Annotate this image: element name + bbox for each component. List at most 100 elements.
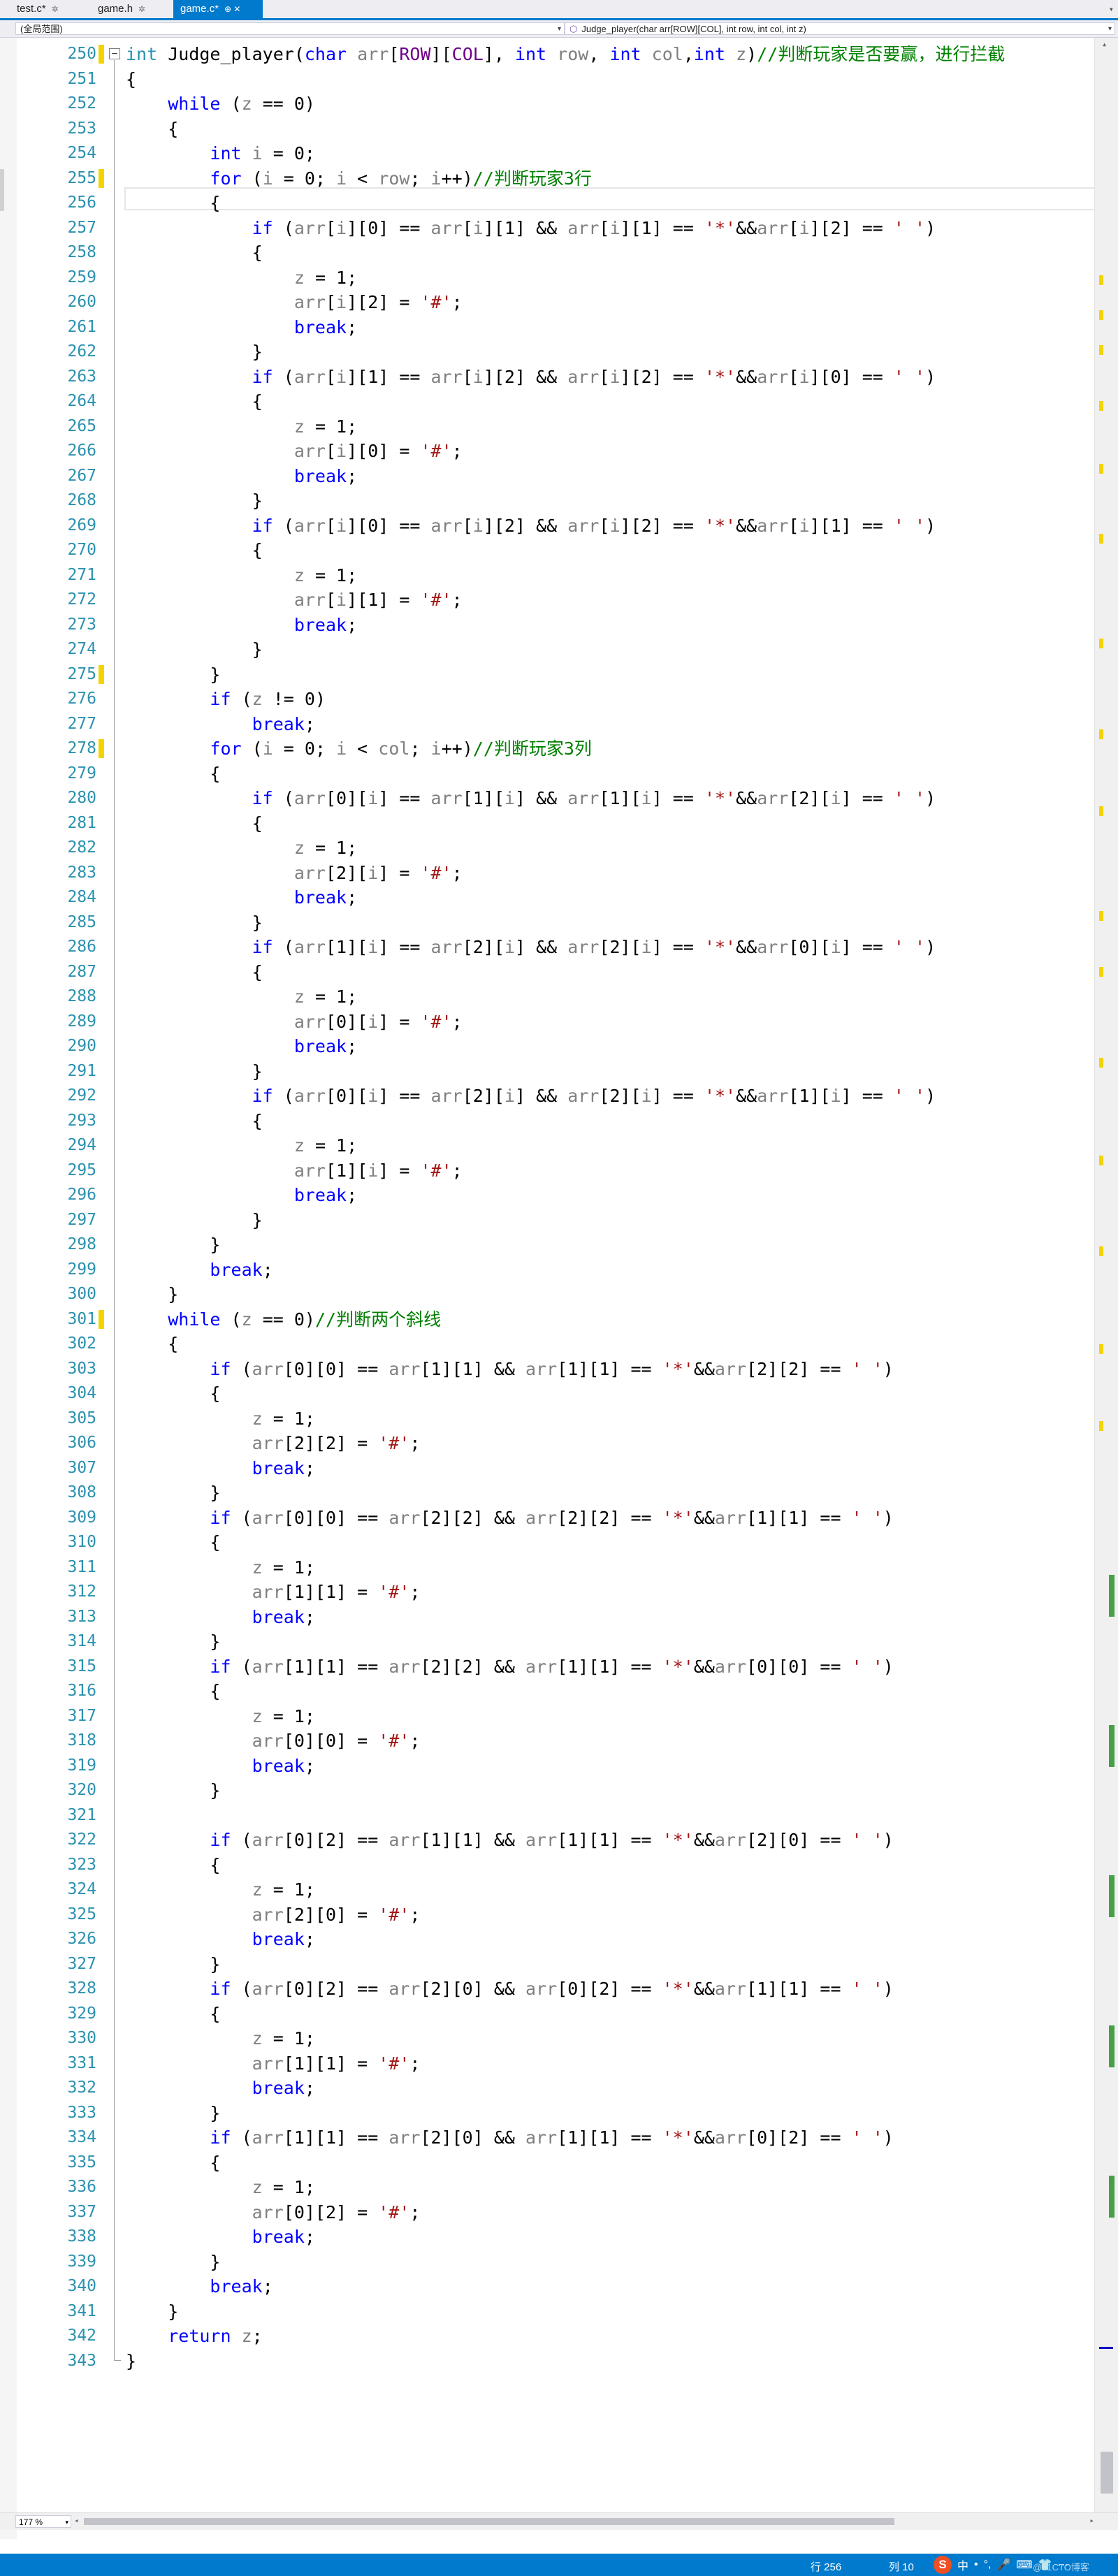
- code-line[interactable]: 317 z = 1;: [0, 1704, 1097, 1729]
- horizontal-scrollbar[interactable]: ◂ ▸: [74, 2516, 1094, 2526]
- code-line[interactable]: 332 break;: [0, 2076, 1097, 2101]
- code-line[interactable]: 337 arr[0][2] = '#';: [0, 2200, 1097, 2225]
- code-line[interactable]: 294 z = 1;: [0, 1133, 1097, 1158]
- code-line[interactable]: 289 arr[0][i] = '#';: [0, 1010, 1097, 1035]
- code-line[interactable]: 267 break;: [0, 464, 1097, 489]
- tab-game-c[interactable]: game.c* ⊕ ✕: [173, 0, 263, 18]
- tab-test-c[interactable]: test.c* ✲: [10, 0, 87, 18]
- code-line[interactable]: 328 if (arr[0][2] == arr[2][0] && arr[0]…: [0, 1977, 1097, 2002]
- code-line[interactable]: 285 }: [0, 910, 1097, 936]
- close-icon[interactable]: ⊕ ✕: [224, 4, 240, 14]
- code-line[interactable]: 281 {: [0, 811, 1097, 836]
- code-line[interactable]: 252 while (z == 0): [0, 92, 1097, 117]
- code-line[interactable]: 276 if (z != 0): [0, 687, 1097, 712]
- code-line[interactable]: 300 }: [0, 1282, 1097, 1307]
- scroll-left-icon[interactable]: ◂: [74, 2516, 79, 2525]
- code-line[interactable]: 290 break;: [0, 1034, 1097, 1059]
- code-line[interactable]: 303 if (arr[0][0] == arr[1][1] && arr[1]…: [0, 1357, 1097, 1382]
- code-line[interactable]: 282 z = 1;: [0, 836, 1097, 861]
- scrollbar-thumb[interactable]: [84, 2518, 894, 2525]
- code-line[interactable]: 313 break;: [0, 1605, 1097, 1630]
- code-line[interactable]: 335 {: [0, 2151, 1097, 2176]
- scope-dropdown[interactable]: (全局范围) ▾: [15, 22, 565, 35]
- code-line[interactable]: 257 if (arr[i][0] == arr[i][1] && arr[i]…: [0, 216, 1097, 241]
- scrollbar-thumb[interactable]: [1101, 2452, 1113, 2494]
- code-line[interactable]: 304 {: [0, 1381, 1097, 1406]
- code-line[interactable]: 280 if (arr[0][i] == arr[1][i] && arr[1]…: [0, 786, 1097, 811]
- code-line[interactable]: 270 {: [0, 538, 1097, 563]
- code-line[interactable]: 305 z = 1;: [0, 1406, 1097, 1432]
- scroll-right-icon[interactable]: ▸: [1089, 2516, 1094, 2525]
- code-line[interactable]: 253 {: [0, 117, 1097, 142]
- code-line[interactable]: 293 {: [0, 1109, 1097, 1134]
- scroll-up-icon[interactable]: ▴: [1102, 39, 1107, 49]
- code-line[interactable]: 263 if (arr[i][1] == arr[i][2] && arr[i]…: [0, 365, 1097, 390]
- code-line[interactable]: 278 for (i = 0; i < col; i++)//判断玩家3列: [0, 736, 1097, 762]
- code-line[interactable]: 322 if (arr[0][2] == arr[1][1] && arr[1]…: [0, 1828, 1097, 1853]
- code-line[interactable]: 279 {: [0, 762, 1097, 787]
- code-line[interactable]: 310 {: [0, 1530, 1097, 1555]
- code-line[interactable]: 309 if (arr[0][0] == arr[2][2] && arr[2]…: [0, 1506, 1097, 1531]
- ime-halfwidth-icon[interactable]: •: [974, 2559, 978, 2571]
- vertical-scrollbar[interactable]: ▴ ▾: [1094, 38, 1118, 2525]
- code-line[interactable]: 343}: [0, 2349, 1097, 2374]
- code-line[interactable]: 333 }: [0, 2101, 1097, 2126]
- code-line[interactable]: 336 z = 1;: [0, 2175, 1097, 2200]
- code-line[interactable]: 319 break;: [0, 1754, 1097, 1779]
- code-line[interactable]: 269 if (arr[i][0] == arr[i][2] && arr[i]…: [0, 514, 1097, 539]
- code-line[interactable]: 288 z = 1;: [0, 984, 1097, 1010]
- code-line[interactable]: 266 arr[i][0] = '#';: [0, 439, 1097, 464]
- code-line[interactable]: 334 if (arr[1][1] == arr[2][0] && arr[1]…: [0, 2125, 1097, 2151]
- status-line-number[interactable]: 行 256: [811, 2559, 841, 2574]
- code-line[interactable]: 326 break;: [0, 1927, 1097, 1952]
- code-line[interactable]: 283 arr[2][i] = '#';: [0, 861, 1097, 886]
- code-line[interactable]: 277 break;: [0, 712, 1097, 737]
- code-line[interactable]: 311 z = 1;: [0, 1555, 1097, 1580]
- code-line[interactable]: 256 {: [0, 191, 1097, 216]
- code-line[interactable]: 297 }: [0, 1208, 1097, 1233]
- code-line[interactable]: 330 z = 1;: [0, 2026, 1097, 2051]
- code-line[interactable]: 306 arr[2][2] = '#';: [0, 1431, 1097, 1456]
- collapse-icon[interactable]: −: [109, 48, 120, 59]
- code-line[interactable]: 292 if (arr[0][i] == arr[2][i] && arr[2]…: [0, 1084, 1097, 1109]
- code-line[interactable]: 331 arr[1][1] = '#';: [0, 2051, 1097, 2076]
- code-line[interactable]: 251 {: [0, 67, 1097, 92]
- code-line[interactable]: 320 }: [0, 1778, 1097, 1803]
- code-line[interactable]: 259 z = 1;: [0, 265, 1097, 291]
- code-line[interactable]: 295 arr[1][i] = '#';: [0, 1158, 1097, 1184]
- microphone-icon[interactable]: 🎤: [996, 2558, 1010, 2572]
- code-line[interactable]: 264 {: [0, 389, 1097, 414]
- zoom-dropdown[interactable]: 177 % ▾: [15, 2515, 71, 2528]
- code-line[interactable]: 338 break;: [0, 2225, 1097, 2250]
- status-column-number[interactable]: 列 10: [889, 2559, 914, 2574]
- code-line[interactable]: 301 while (z == 0)//判断两个斜线: [0, 1307, 1097, 1332]
- code-line[interactable]: 254 int i = 0;: [0, 141, 1097, 166]
- sogou-ime-icon[interactable]: S: [934, 2556, 952, 2574]
- code-line[interactable]: 284 break;: [0, 885, 1097, 910]
- code-line[interactable]: 258 {: [0, 240, 1097, 265]
- code-line[interactable]: 341 }: [0, 2299, 1097, 2324]
- code-line[interactable]: 329 {: [0, 2002, 1097, 2027]
- code-line[interactable]: 274 }: [0, 637, 1097, 662]
- code-line[interactable]: 318 arr[0][0] = '#';: [0, 1729, 1097, 1754]
- code-line[interactable]: 315 if (arr[1][1] == arr[2][2] && arr[1]…: [0, 1654, 1097, 1680]
- code-line[interactable]: 261 break;: [0, 315, 1097, 340]
- pin-icon[interactable]: ✲: [138, 4, 145, 14]
- code-line[interactable]: 302 {: [0, 1332, 1097, 1357]
- code-line[interactable]: 316 {: [0, 1679, 1097, 1704]
- pin-icon[interactable]: ✲: [52, 4, 59, 14]
- code-line[interactable]: 286 if (arr[1][i] == arr[2][i] && arr[2]…: [0, 935, 1097, 960]
- tab-game-h[interactable]: game.h ✲: [91, 0, 169, 18]
- code-line[interactable]: 308 }: [0, 1480, 1097, 1506]
- code-line[interactable]: 275 }: [0, 662, 1097, 687]
- ime-chinese-mode[interactable]: 中: [957, 2556, 968, 2573]
- ime-punctuation-icon[interactable]: °,: [984, 2559, 992, 2571]
- function-dropdown[interactable]: ⬡ Judge_player(char arr[ROW][COL], int ro…: [565, 22, 1115, 35]
- code-line[interactable]: 255 for (i = 0; i < row; i++)//判断玩家3行: [0, 166, 1097, 191]
- code-line[interactable]: 312 arr[1][1] = '#';: [0, 1580, 1097, 1605]
- code-line[interactable]: 265 z = 1;: [0, 414, 1097, 439]
- code-line[interactable]: 321: [0, 1803, 1097, 1828]
- code-line[interactable]: 327 }: [0, 1952, 1097, 1977]
- code-line[interactable]: 260 arr[i][2] = '#';: [0, 290, 1097, 315]
- code-line[interactable]: 323 {: [0, 1853, 1097, 1878]
